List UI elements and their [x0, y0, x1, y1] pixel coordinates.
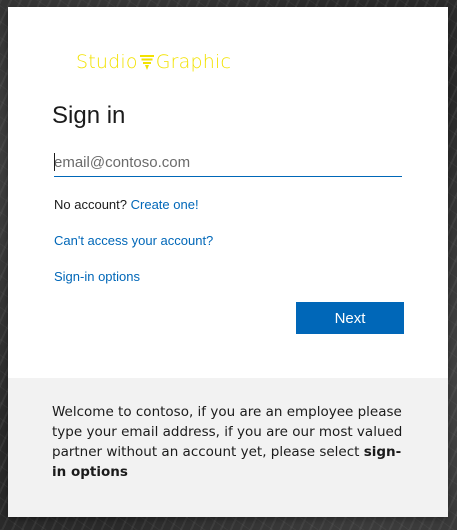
create-account-link[interactable]: Create one! [131, 197, 199, 212]
brand-name-right: Graphic [155, 51, 232, 73]
brand-name-left: Studio [76, 51, 138, 73]
email-field[interactable] [54, 148, 402, 177]
funnel-glass-icon [139, 55, 154, 70]
signin-options-row: Sign-in options [54, 269, 140, 284]
signin-options-link[interactable]: Sign-in options [54, 269, 140, 284]
text-caret [54, 153, 55, 171]
no-account-label: No account? [54, 197, 127, 212]
info-footer: Welcome to contoso, if you are an employ… [8, 378, 448, 517]
footer-message: Welcome to contoso, if you are an employ… [52, 402, 412, 482]
footer-message-text: Welcome to contoso, if you are an employ… [52, 404, 403, 460]
brand-logo: Studio Graphic [76, 51, 231, 73]
next-button[interactable]: Next [296, 302, 404, 334]
no-account-row: No account? Create one! [54, 197, 199, 212]
page-title: Sign in [52, 102, 126, 129]
cant-access-account-link[interactable]: Can't access your account? [54, 233, 213, 248]
signin-card: Studio Graphic Sign in No account? Creat… [8, 7, 448, 517]
cant-access-row: Can't access your account? [54, 233, 213, 248]
